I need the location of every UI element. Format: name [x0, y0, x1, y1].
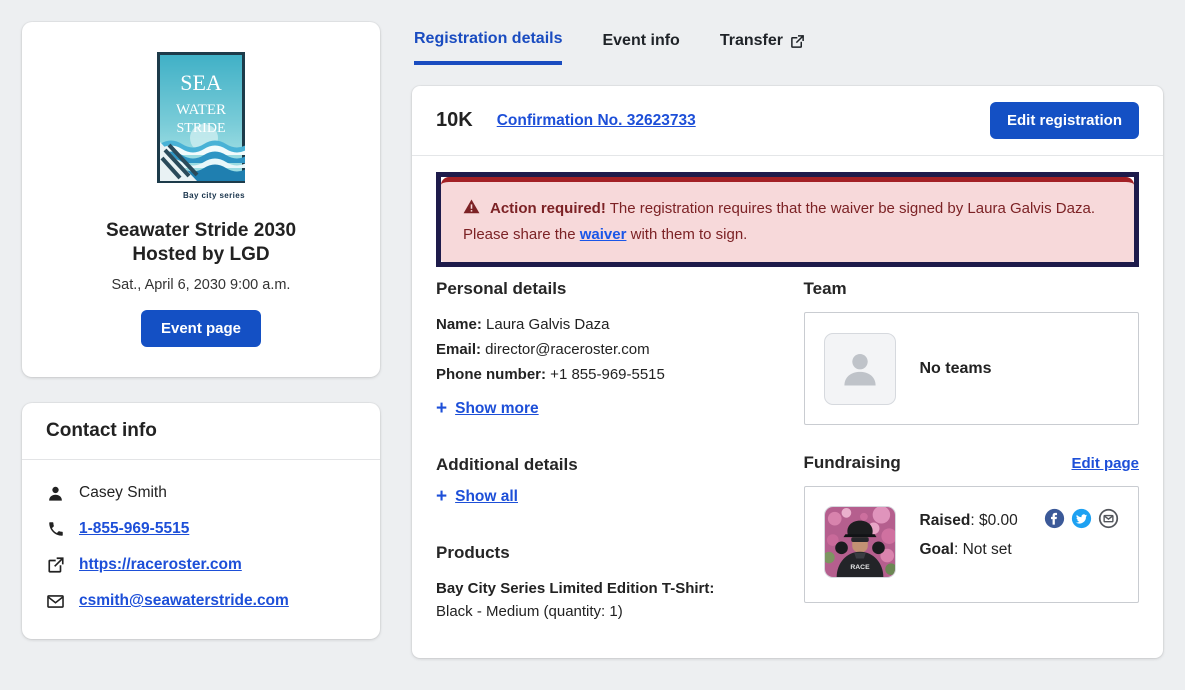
fundraising-stats: Raised: $0.00 Goal: Not set: [920, 506, 1021, 559]
avatar-placeholder-icon: [838, 347, 882, 391]
no-teams-text: No teams: [920, 360, 992, 378]
contact-info-header: Contact info: [22, 403, 380, 460]
svg-text:STRIDE: STRIDE: [177, 121, 226, 136]
detail-label: Phone number:: [436, 366, 546, 383]
contact-phone-link[interactable]: 1-855-969-5515: [79, 520, 189, 538]
personal-details-rows: Name: Laura Galvis Daza Email: director@…: [436, 313, 772, 387]
edit-registration-button[interactable]: Edit registration: [990, 102, 1139, 139]
tab-event-info[interactable]: Event info: [602, 30, 679, 65]
left-sidebar: SEA WATER STRIDE Bay city series Seawate…: [22, 22, 380, 658]
plus-icon: +: [436, 487, 447, 506]
registration-card-header: 10K Confirmation No. 32623733 Edit regis…: [412, 86, 1163, 156]
fundraiser-photo-image: RACE: [825, 506, 895, 578]
tab-transfer-label: Transfer: [720, 32, 783, 50]
action-required-alert: Action required! The registration requir…: [441, 177, 1134, 262]
contact-website-link[interactable]: https://raceroster.com: [79, 556, 242, 574]
team-avatar-placeholder: [824, 333, 896, 405]
tab-registration-details[interactable]: Registration details: [414, 30, 562, 65]
alert-text-2: with them to sign.: [626, 226, 747, 243]
product-detail: Black - Medium (quantity: 1): [436, 603, 772, 620]
detail-row-phone: Phone number: +1 855-969-5515: [436, 363, 772, 388]
fundraising-header: Fundraising Edit page: [804, 453, 1140, 473]
event-logo: SEA WATER STRIDE Bay city series: [157, 52, 245, 200]
detail-value: director@raceroster.com: [481, 341, 650, 358]
detail-value: Laura Galvis Daza: [482, 316, 610, 333]
fundraising-title: Fundraising: [804, 453, 901, 473]
team-box: No teams: [804, 312, 1140, 425]
event-page-button[interactable]: Event page: [141, 310, 261, 347]
alert-bold-text: Action required!: [490, 200, 606, 217]
registration-card-body: Action required! The registration requir…: [412, 156, 1163, 644]
plus-icon: +: [436, 399, 447, 418]
contact-email-row: csmith@seawaterstride.com: [46, 592, 356, 611]
raised-value: : $0.00: [970, 512, 1017, 529]
raised-label: Raised: [920, 512, 971, 529]
goal-value: : Not set: [954, 541, 1012, 558]
detail-label: Name:: [436, 316, 482, 333]
edit-page-link[interactable]: Edit page: [1071, 455, 1139, 472]
raised-row: Raised: $0.00: [920, 512, 1021, 530]
details-left-column: Personal details Name: Laura Galvis Daza…: [436, 279, 772, 620]
svg-text:RACE: RACE: [850, 564, 870, 571]
social-share-row: [1044, 506, 1119, 529]
contact-info-body: Casey Smith 1-855-969-5515 https://racer…: [22, 460, 380, 639]
main-content: Registration details Event info Transfer…: [412, 22, 1163, 658]
waiver-link[interactable]: waiver: [580, 226, 627, 243]
contact-name-row: Casey Smith: [46, 484, 356, 503]
product-name: Bay City Series Limited Edition T-Shirt:: [436, 577, 772, 600]
additional-details-title: Additional details: [436, 455, 772, 475]
phone-icon: [46, 520, 65, 539]
contact-phone-row: 1-855-969-5515: [46, 520, 356, 539]
fundraising-box: RACE Raised: $0.00 Goal: Not set: [804, 486, 1140, 603]
confirmation-number-link[interactable]: Confirmation No. 32623733: [497, 112, 696, 130]
svg-text:WATER: WATER: [176, 102, 226, 118]
detail-label: Email:: [436, 341, 481, 358]
show-all-label: Show all: [455, 488, 518, 506]
logo-caption: Bay city series: [157, 191, 245, 200]
registration-card: 10K Confirmation No. 32623733 Edit regis…: [412, 86, 1163, 658]
event-date: Sat., April 6, 2030 9:00 a.m.: [46, 277, 356, 293]
detail-row-name: Name: Laura Galvis Daza: [436, 313, 772, 338]
contact-info-title: Contact info: [46, 420, 356, 442]
team-title: Team: [804, 279, 1140, 299]
tab-bar: Registration details Event info Transfer: [412, 22, 1163, 65]
event-title-line1: Seawater Stride 2030: [46, 219, 356, 243]
products-title: Products: [436, 543, 772, 563]
personal-details-title: Personal details: [436, 279, 772, 299]
external-link-icon: [46, 556, 65, 575]
sub-event-label: 10K: [436, 109, 473, 132]
goal-label: Goal: [920, 541, 954, 558]
event-title-line2: Hosted by LGD: [46, 243, 356, 267]
event-title: Seawater Stride 2030 Hosted by LGD: [46, 219, 356, 268]
show-more-link[interactable]: + Show more: [436, 399, 539, 418]
detail-value: +1 855-969-5515: [546, 366, 665, 383]
details-columns: Personal details Name: Laura Galvis Daza…: [436, 279, 1139, 620]
email-share-icon[interactable]: [1098, 508, 1119, 529]
seawater-stride-logo-image: SEA WATER STRIDE: [157, 52, 245, 183]
contact-website-row: https://raceroster.com: [46, 556, 356, 575]
contact-name: Casey Smith: [79, 484, 167, 502]
person-icon: [46, 484, 65, 503]
warning-triangle-icon: [463, 198, 480, 223]
detail-row-email: Email: director@raceroster.com: [436, 338, 772, 363]
external-link-icon: [790, 34, 805, 49]
annotation-highlight-box: Action required! The registration requir…: [436, 172, 1139, 267]
twitter-share-icon[interactable]: [1071, 508, 1092, 529]
facebook-share-icon[interactable]: [1044, 508, 1065, 529]
tab-transfer[interactable]: Transfer: [720, 30, 805, 65]
page: SEA WATER STRIDE Bay city series Seawate…: [0, 0, 1185, 680]
details-right-column: Team No teams Fundraising Edit page: [804, 279, 1140, 620]
goal-row: Goal: Not set: [920, 541, 1021, 559]
contact-info-card: Contact info Casey Smith 1-855-969-5515: [22, 403, 380, 639]
svg-text:SEA: SEA: [180, 70, 222, 95]
fundraiser-photo: RACE: [824, 506, 896, 578]
envelope-icon: [46, 592, 65, 611]
show-more-label: Show more: [455, 400, 539, 418]
event-summary-card: SEA WATER STRIDE Bay city series Seawate…: [22, 22, 380, 377]
show-all-link[interactable]: + Show all: [436, 487, 518, 506]
contact-email-link[interactable]: csmith@seawaterstride.com: [79, 592, 289, 610]
